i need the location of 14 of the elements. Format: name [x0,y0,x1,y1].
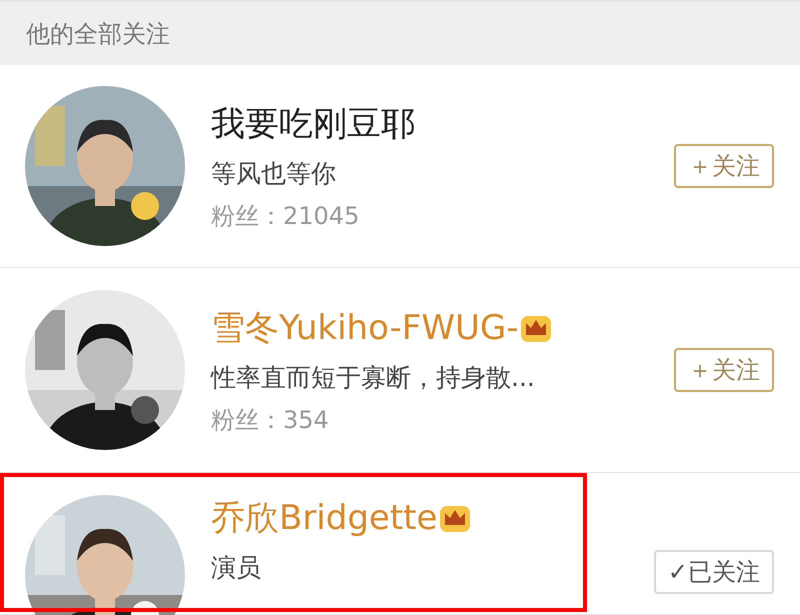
user-row[interactable]: 乔欣Bridgette 演员 ✓已关注 [0,473,800,615]
user-row[interactable]: 雪冬Yukiho-FWUG- 性率直而短于寡断，持身散... 粉丝：354 ＋关注 [0,268,800,473]
fans-count: 粉丝：21045 [211,200,360,232]
section-title: 他的全部关注 [26,18,170,50]
user-bio: 等风也等你 [211,158,337,190]
user-bio: 演员 [211,552,262,584]
user-row[interactable]: 我要吃刚豆耶 等风也等你 粉丝：21045 ＋关注 [0,65,800,268]
following-button[interactable]: ✓已关注 [654,550,774,594]
fans-count: 粉丝：354 [211,404,330,436]
follow-button[interactable]: ＋关注 [674,348,774,392]
user-name[interactable]: 我要吃刚豆耶 [211,100,415,146]
user-bio: 性率直而短于寡断，持身散... [211,362,536,394]
follow-button[interactable]: ＋关注 [674,144,774,188]
crown-icon [439,503,472,533]
